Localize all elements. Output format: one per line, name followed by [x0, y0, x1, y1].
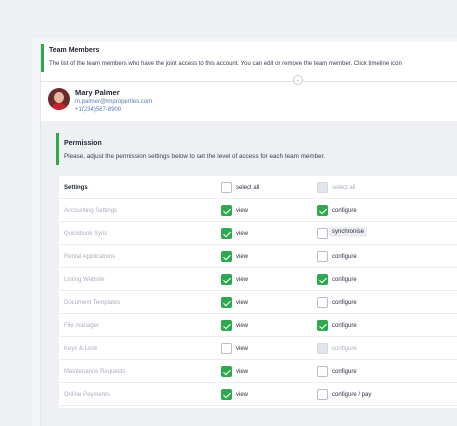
view-label: view	[236, 231, 249, 237]
team-members-description: The list of the team members who have th…	[49, 61, 402, 67]
outer-background	[0, 0, 32, 426]
view-label: view	[236, 277, 249, 283]
select-all-view-checkbox[interactable]	[221, 182, 232, 193]
member-phone[interactable]: +1(234)567-8900	[75, 107, 121, 113]
permission-row-label: Keys & Lock	[64, 346, 98, 352]
table-row: Maintenance Requests view configure	[59, 360, 457, 383]
configure-label: configure	[332, 300, 357, 306]
permission-row-label: Online Payments	[64, 392, 110, 398]
configure-checkbox	[317, 343, 328, 354]
view-checkbox[interactable]	[221, 274, 232, 285]
permission-table: Settings select all select all Accountin…	[59, 176, 457, 408]
configure-label: configure	[332, 208, 357, 214]
view-checkbox[interactable]	[221, 320, 232, 331]
view-label: view	[236, 369, 249, 375]
table-row: Quickbook Sync view synchronise	[59, 222, 457, 245]
table-row: File manager view configure	[59, 314, 457, 337]
view-label: view	[236, 208, 249, 214]
permission-description: Please, adjust the permission settings b…	[64, 153, 326, 160]
view-label: view	[236, 346, 249, 352]
configure-checkbox[interactable]	[317, 389, 328, 400]
permission-title: Permission	[64, 140, 102, 147]
permission-row-label: Rental Applications	[64, 254, 116, 260]
permission-section: Permission Please, adjust the permission…	[41, 121, 457, 426]
configure-label: configure	[332, 277, 357, 283]
team-members-title: Team Members	[49, 47, 100, 54]
team-members-panel: Team Members The list of the team member…	[40, 42, 457, 426]
permission-row-label: Quickbook Sync	[64, 231, 108, 237]
configure-checkbox[interactable]	[317, 251, 328, 262]
view-checkbox[interactable]	[221, 228, 232, 239]
configure-checkbox[interactable]	[317, 205, 328, 216]
view-label: view	[236, 323, 249, 329]
table-row: Listing Website view configure	[59, 268, 457, 291]
view-label: view	[236, 392, 249, 398]
member-row[interactable]: Mary Palmer m.palmer@lmproperties.com +1…	[41, 81, 457, 121]
select-all-configure-checkbox	[317, 182, 328, 193]
view-checkbox[interactable]	[221, 297, 232, 308]
view-checkbox[interactable]	[221, 389, 232, 400]
view-checkbox[interactable]	[221, 366, 232, 377]
configure-checkbox[interactable]	[317, 297, 328, 308]
table-row: Keys & Lock view configure	[59, 337, 457, 360]
view-checkbox[interactable]	[221, 343, 232, 354]
table-header-row: Settings select all select all	[59, 176, 457, 199]
member-name: Mary Palmer	[75, 88, 120, 97]
member-email[interactable]: m.palmer@lmproperties.com	[75, 99, 152, 105]
table-row: Accounting Settings view configure	[59, 199, 457, 222]
configure-label: configure	[332, 369, 357, 375]
permission-row-label: File manager	[64, 323, 100, 329]
configure-label: configure	[332, 323, 357, 329]
table-row: Document Templates view configure	[59, 291, 457, 314]
configure-checkbox[interactable]	[317, 228, 328, 239]
team-members-header: Team Members The list of the team member…	[41, 44, 457, 72]
settings-header: Settings	[64, 185, 88, 191]
permission-row-label: Document Templates	[64, 300, 121, 306]
view-label: view	[236, 300, 249, 306]
configure-checkbox[interactable]	[317, 274, 328, 285]
configure-label: configure	[332, 254, 357, 260]
permission-row-label: Accounting Settings	[64, 208, 118, 214]
chevron-down-icon[interactable]: ⌄	[293, 75, 303, 85]
table-row: Online Payments view configure / pay	[59, 383, 457, 406]
permission-header: Permission Please, adjust the permission…	[56, 133, 456, 165]
configure-checkbox[interactable]	[317, 320, 328, 331]
configure-label: configure	[332, 346, 357, 352]
permission-row-label: Listing Website	[64, 277, 105, 283]
permission-row-label: Maintenance Requests	[64, 369, 126, 375]
select-all-configure-label: select all	[332, 185, 356, 191]
configure-label: synchronise	[329, 227, 368, 237]
view-label: view	[236, 254, 249, 260]
table-row: Rental Applications view configure	[59, 245, 457, 268]
configure-label: configure / pay	[332, 392, 372, 398]
configure-checkbox[interactable]	[317, 366, 328, 377]
view-checkbox[interactable]	[221, 205, 232, 216]
avatar	[48, 88, 70, 110]
view-checkbox[interactable]	[221, 251, 232, 262]
select-all-view-label: select all	[236, 185, 260, 191]
